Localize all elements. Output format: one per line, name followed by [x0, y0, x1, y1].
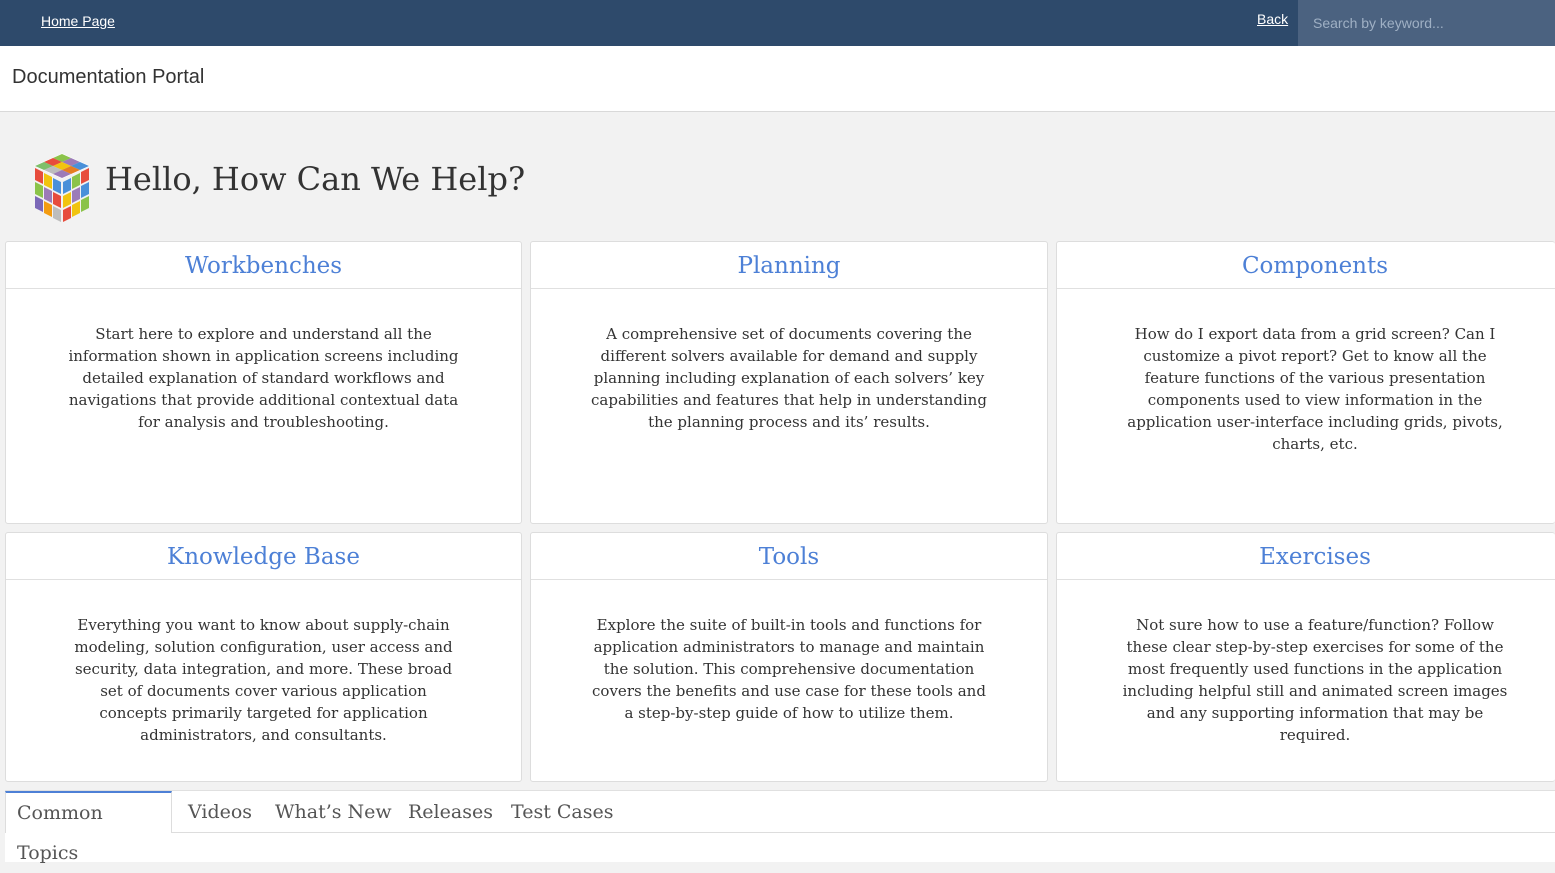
- portal-title: Documentation Portal: [12, 66, 205, 88]
- card-title[interactable]: Tools: [531, 533, 1047, 580]
- tab-common-topics[interactable]: Common Topics: [5, 791, 172, 864]
- search-input[interactable]: [1298, 0, 1555, 46]
- tab-test-cases[interactable]: Test Cases: [500, 791, 624, 832]
- card-title[interactable]: Knowledge Base: [6, 533, 521, 580]
- card-knowledge-base[interactable]: Knowledge Base Everything you want to kn…: [5, 532, 522, 782]
- tab-whats-new[interactable]: What’s New: [264, 791, 403, 832]
- card-title[interactable]: Planning: [531, 242, 1047, 289]
- card-components[interactable]: Components How do I export data from a g…: [1056, 241, 1555, 524]
- card-exercises[interactable]: Exercises Not sure how to use a feature/…: [1056, 532, 1555, 782]
- tab-bar: Common Topics Videos What’s New Releases…: [5, 791, 1555, 864]
- back-link[interactable]: Back: [1257, 11, 1288, 27]
- portal-header: Documentation Portal: [0, 46, 1555, 112]
- card-tools[interactable]: Tools Explore the suite of built-in tool…: [530, 532, 1048, 782]
- topics-tab-panel: Common Topics Videos What’s New Releases…: [5, 790, 1555, 864]
- tab-releases[interactable]: Releases: [397, 791, 504, 832]
- card-planning[interactable]: Planning A comprehensive set of document…: [530, 241, 1048, 524]
- card-title[interactable]: Exercises: [1057, 533, 1555, 580]
- card-description: A comprehensive set of documents coverin…: [591, 325, 987, 431]
- card-workbenches[interactable]: Workbenches Start here to explore and un…: [5, 241, 522, 524]
- top-navigation-bar: Home Page Back: [0, 0, 1555, 46]
- tab-videos[interactable]: Videos: [177, 791, 263, 832]
- card-description: Explore the suite of built-in tools and …: [592, 616, 986, 722]
- card-description: Everything you want to know about supply…: [74, 616, 453, 744]
- home-page-link[interactable]: Home Page: [41, 13, 115, 29]
- card-description: How do I export data from a grid screen?…: [1127, 325, 1503, 453]
- card-title[interactable]: Components: [1057, 242, 1555, 289]
- rubiks-cube-icon: [33, 153, 91, 222]
- card-title[interactable]: Workbenches: [6, 242, 521, 289]
- hero-title: Hello, How Can We Help?: [105, 160, 526, 198]
- card-description: Start here to explore and understand all…: [68, 325, 459, 431]
- card-description: Not sure how to use a feature/function? …: [1122, 616, 1508, 744]
